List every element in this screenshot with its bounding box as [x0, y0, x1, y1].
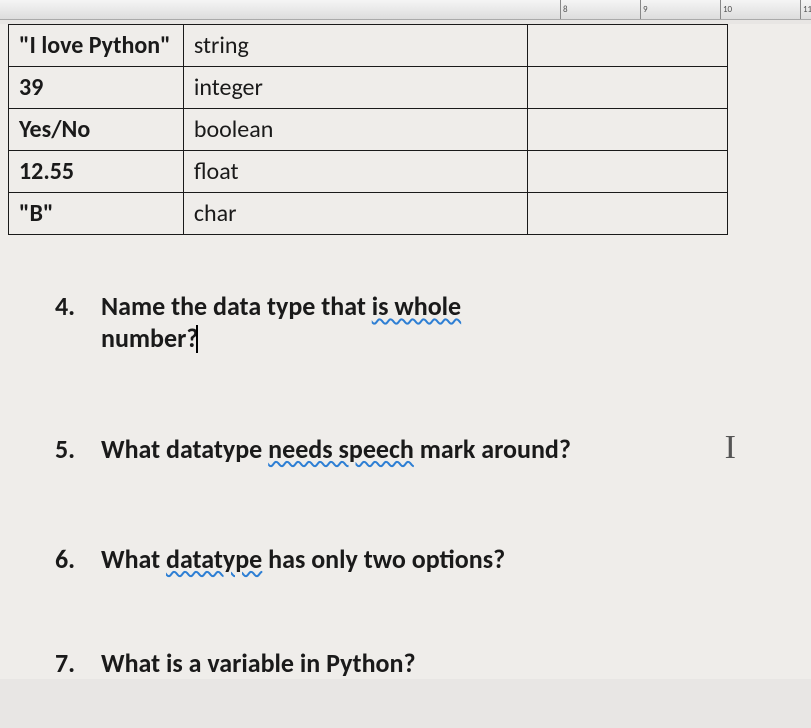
table-row: 12.55 float: [9, 151, 728, 193]
data-types-table: "I love Python" string 39 integer Yes/No…: [8, 24, 728, 235]
question-text: Name the data type that is whole number?: [101, 290, 564, 355]
type-cell[interactable]: integer: [183, 67, 528, 109]
table-row: Yes/No boolean: [9, 109, 728, 151]
question-number: 5.: [55, 433, 83, 465]
value-cell[interactable]: 12.55: [9, 151, 184, 193]
table-row: 39 integer: [9, 67, 728, 109]
grammar-squiggle: is whole: [372, 290, 461, 322]
grammar-squiggle: needs speech: [268, 433, 414, 465]
question-list: 4. Name the data type that is whole numb…: [0, 290, 811, 679]
empty-cell[interactable]: [528, 25, 728, 67]
question-4[interactable]: 4. Name the data type that is whole numb…: [55, 290, 811, 355]
ruler-mark: 11: [800, 0, 811, 19]
question-number: 4.: [55, 290, 83, 355]
type-cell[interactable]: boolean: [183, 109, 528, 151]
value-cell[interactable]: Yes/No: [9, 109, 184, 151]
ruler-mark: 8: [560, 0, 568, 19]
grammar-squiggle: datatype: [166, 543, 262, 575]
value-cell[interactable]: 39: [9, 67, 184, 109]
value-cell[interactable]: "B": [9, 193, 184, 235]
question-text: What is a variable in Python?: [101, 647, 416, 679]
ruler-mark: 9: [640, 0, 648, 19]
document-ruler: 8 9 10 11: [0, 0, 811, 20]
question-6[interactable]: 6. What datatype has only two options?: [55, 543, 811, 575]
question-text: What datatype needs speech mark around?: [101, 433, 571, 465]
document-page[interactable]: "I love Python" string 39 integer Yes/No…: [0, 24, 811, 679]
table-row: "B" char: [9, 193, 728, 235]
mouse-ibeam-cursor: I: [725, 429, 736, 467]
question-7[interactable]: 7. What is a variable in Python?: [55, 647, 811, 679]
type-cell[interactable]: string: [183, 25, 528, 67]
empty-cell[interactable]: [528, 109, 728, 151]
table-row: "I love Python" string: [9, 25, 728, 67]
question-number: 6.: [55, 543, 83, 575]
question-number: 7.: [55, 647, 83, 679]
type-cell[interactable]: float: [183, 151, 528, 193]
value-cell[interactable]: "I love Python": [9, 25, 184, 67]
empty-cell[interactable]: [528, 151, 728, 193]
text-cursor: [196, 325, 198, 353]
question-text: What datatype has only two options?: [101, 543, 505, 575]
type-cell[interactable]: char: [183, 193, 528, 235]
ruler-mark: 10: [720, 0, 732, 19]
empty-cell[interactable]: [528, 193, 728, 235]
question-5[interactable]: 5. What datatype needs speech mark aroun…: [55, 433, 811, 465]
empty-cell[interactable]: [528, 67, 728, 109]
